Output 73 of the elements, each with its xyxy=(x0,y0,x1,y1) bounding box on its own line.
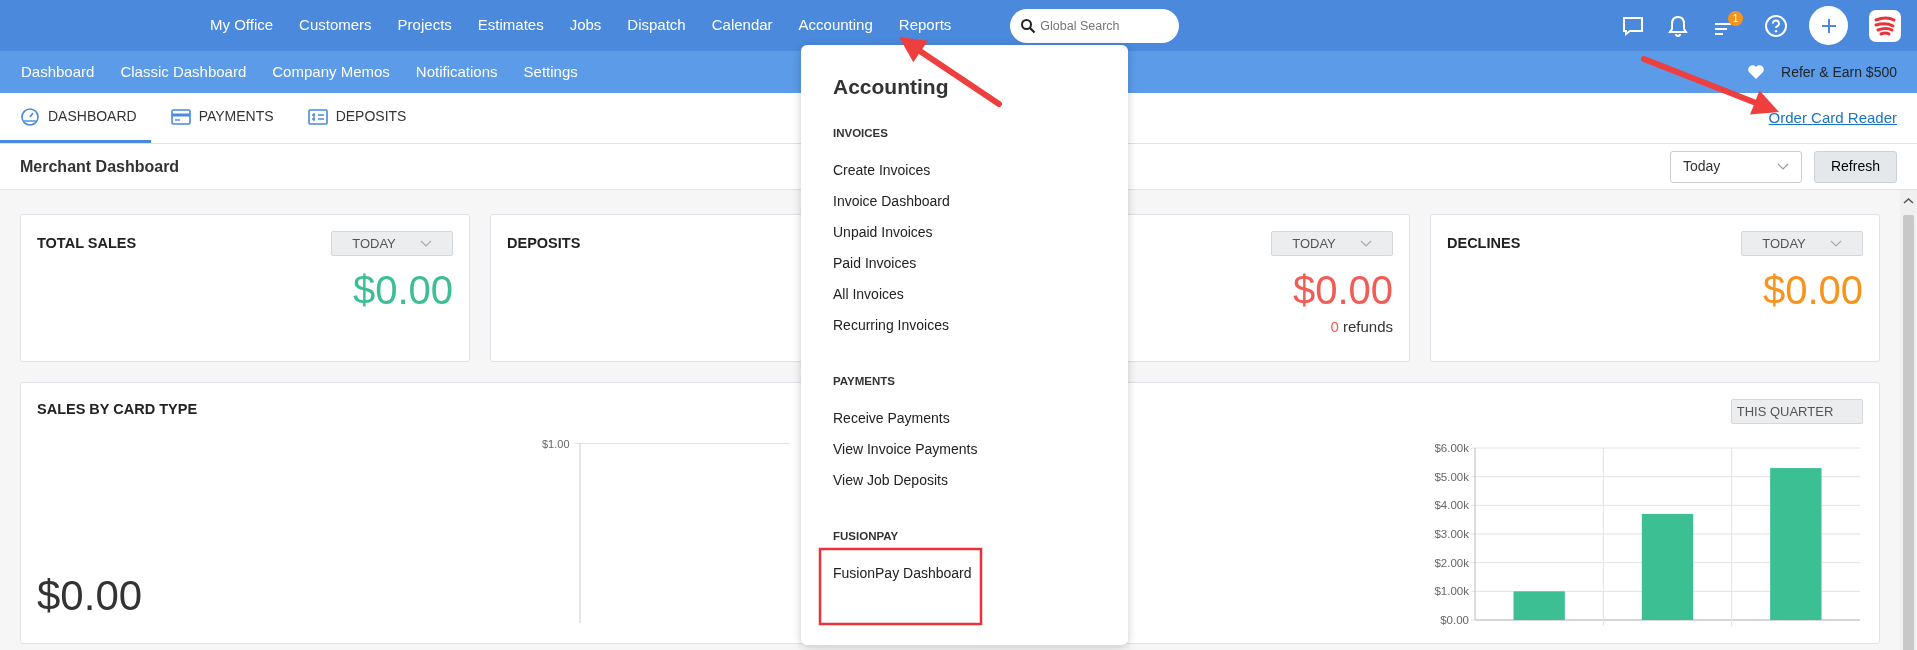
search-field[interactable]: Global Search xyxy=(1010,8,1180,43)
refund-count: 0 xyxy=(1330,318,1339,335)
menu-item[interactable]: Paid Invoices xyxy=(833,251,1096,283)
menu-item[interactable]: Unpaid Invoices xyxy=(833,220,1096,252)
nav-link[interactable]: Calendar xyxy=(698,14,786,37)
nav-link[interactable]: Dispatch xyxy=(614,14,699,37)
tick-label: $5.00k xyxy=(1434,470,1469,483)
chevron-icon xyxy=(419,239,432,248)
tick-label: $2.00k xyxy=(1434,556,1469,569)
menu-item[interactable]: FusionPay Dashboard xyxy=(833,562,1096,594)
amount: $0.00 xyxy=(1291,268,1393,312)
nav-link[interactable]: Reports xyxy=(885,14,965,37)
nav-link[interactable]: Accounting xyxy=(785,14,886,37)
notifications-button[interactable] xyxy=(1666,13,1690,38)
period-dropdown[interactable]: TODAY xyxy=(1741,231,1863,256)
period-dropdown[interactable]: THIS QUARTER xyxy=(1731,399,1863,424)
tick-label: $6.00k xyxy=(1434,442,1469,454)
scrollbar[interactable] xyxy=(1900,190,1917,650)
tick-label: $1.00k xyxy=(1434,585,1469,598)
card-icon xyxy=(170,106,191,127)
card-title: TOTAL SALES xyxy=(37,233,137,253)
refer-link[interactable]: Refer & Earn $500 xyxy=(1781,61,1897,83)
order-link[interactable]: Order Card Reader xyxy=(1768,106,1897,130)
nav-link[interactable]: My Office xyxy=(197,14,287,37)
period-dropdown[interactable]: TODAY xyxy=(1271,231,1393,256)
menu-item[interactable]: Create Invoices xyxy=(833,158,1096,190)
page-title: Merchant Dashboard xyxy=(20,156,180,177)
menu-heading: PAYMENTS xyxy=(833,373,896,389)
slip-icon xyxy=(307,106,328,127)
tick-label: $4.00k xyxy=(1434,499,1469,512)
notifications-icon xyxy=(1666,13,1690,38)
tab[interactable]: PAYMENTS xyxy=(150,93,288,143)
count-badge: 1 xyxy=(1728,10,1743,26)
add-button[interactable] xyxy=(1809,6,1848,45)
card-title: DEPOSITS xyxy=(507,233,581,253)
menu-title: Accounting xyxy=(833,74,950,100)
axis-label: $1.00 xyxy=(542,437,570,450)
period-select[interactable]: Today xyxy=(1669,150,1802,183)
menu-item[interactable]: View Job Deposits xyxy=(833,469,1096,500)
gauge-icon xyxy=(20,106,40,127)
chevron-icon xyxy=(1829,239,1842,248)
nav-link[interactable]: Estimates xyxy=(464,14,557,37)
menu-heading: FUSIONPAY xyxy=(833,529,900,544)
refresh-button[interactable]: Refresh xyxy=(1813,150,1897,183)
panel-title: SALES BY CARD TYPE xyxy=(37,400,199,419)
refund-label: refunds xyxy=(1342,318,1393,335)
tab[interactable]: DEPOSITS xyxy=(287,93,421,143)
tick-label: $3.00k xyxy=(1434,528,1469,540)
scrollbar-thumb[interactable] xyxy=(1903,215,1914,650)
menu-item[interactable]: View Invoice Payments xyxy=(833,438,1096,469)
heart-icon xyxy=(1747,64,1766,80)
menu-item[interactable]: Recurring Invoices xyxy=(833,313,1096,345)
amount: $0.00 xyxy=(1761,268,1863,312)
menu-item[interactable]: Receive Payments xyxy=(833,407,1096,438)
avatar-icon xyxy=(1869,9,1901,42)
help-icon xyxy=(1764,13,1788,38)
amount: $0.00 xyxy=(351,268,453,312)
plus-icon xyxy=(1819,16,1838,35)
card-title: DECLINES xyxy=(1447,233,1521,253)
chevron-icon xyxy=(1359,239,1372,248)
help-button[interactable] xyxy=(1764,13,1788,38)
menu-heading: INVOICES xyxy=(833,125,889,141)
nav-link[interactable]: Customers xyxy=(286,14,385,37)
chevron-icon xyxy=(1776,162,1789,171)
menu-item[interactable]: All Invoices xyxy=(833,282,1096,314)
tick-label: $0.00 xyxy=(1440,614,1469,626)
search-icon xyxy=(1020,17,1037,34)
period-dropdown[interactable]: TODAY xyxy=(331,231,453,256)
nav-link[interactable]: Projects xyxy=(384,14,465,37)
menu-item[interactable]: Invoice Dashboard xyxy=(833,189,1096,221)
amount: $0.00 xyxy=(37,572,144,619)
nav-link[interactable]: Jobs xyxy=(556,14,615,37)
bar xyxy=(1513,591,1565,620)
